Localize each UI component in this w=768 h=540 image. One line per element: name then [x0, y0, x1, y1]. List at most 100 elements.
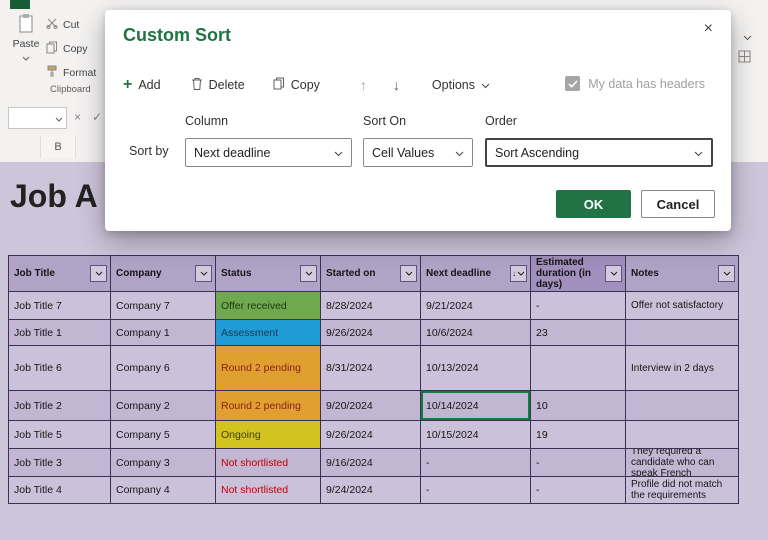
- table-cell[interactable]: Company 6: [111, 346, 216, 391]
- table-cell[interactable]: Ongoing: [216, 421, 321, 449]
- format-painter-button[interactable]: Format: [46, 65, 96, 80]
- options-menu-button[interactable]: Options: [432, 78, 490, 92]
- table-cell[interactable]: 9/20/2024: [321, 391, 421, 421]
- table-cell[interactable]: -: [421, 477, 531, 504]
- table-cell[interactable]: -: [531, 292, 626, 320]
- ok-button[interactable]: OK: [556, 190, 631, 218]
- table-cell[interactable]: 10: [531, 391, 626, 421]
- delete-label: Delete: [208, 78, 245, 92]
- table-cell[interactable]: 8/31/2024: [321, 346, 421, 391]
- table-cell[interactable]: 9/21/2024: [421, 292, 531, 320]
- copy-ribbon-button[interactable]: Copy: [46, 41, 88, 57]
- order-dropdown[interactable]: Sort Ascending: [485, 138, 713, 167]
- table-cell[interactable]: Job Title 4: [9, 477, 111, 504]
- table-cell[interactable]: 10/15/2024: [421, 421, 531, 449]
- table-cell[interactable]: Offer not satisfactory: [626, 292, 739, 320]
- scissors-icon: [46, 17, 58, 32]
- name-box[interactable]: [8, 107, 67, 129]
- table-cell[interactable]: 10/14/2024: [421, 391, 531, 421]
- close-icon[interactable]: ×: [698, 18, 719, 40]
- table-cell[interactable]: Company 7: [111, 292, 216, 320]
- table-cell[interactable]: Assessment: [216, 320, 321, 346]
- chevron-down-icon: [334, 146, 343, 160]
- table-cell[interactable]: They required a candidate who can speak …: [626, 449, 739, 477]
- add-level-button[interactable]: + Add: [123, 77, 161, 93]
- table-cell[interactable]: Job Title 3: [9, 449, 111, 477]
- table-cell[interactable]: 10/6/2024: [421, 320, 531, 346]
- sort-on-dropdown[interactable]: Cell Values: [363, 138, 473, 167]
- copy-label: Copy: [290, 78, 320, 92]
- table-cell[interactable]: Company 2: [111, 391, 216, 421]
- chevron-down-icon[interactable]: [743, 28, 752, 46]
- table-cell[interactable]: 8/28/2024: [321, 292, 421, 320]
- table-cell[interactable]: [626, 421, 739, 449]
- add-label: Add: [138, 78, 161, 92]
- copy-level-button[interactable]: Copy: [273, 77, 320, 93]
- table-cell[interactable]: Interview in 2 days: [626, 346, 739, 391]
- borders-icon[interactable]: [734, 46, 754, 66]
- table-cell[interactable]: Job Title 7: [9, 292, 111, 320]
- filter-dropdown-icon[interactable]: [90, 265, 107, 282]
- paste-button[interactable]: Paste: [8, 13, 44, 77]
- filter-dropdown-icon[interactable]: [300, 265, 317, 282]
- table-cell[interactable]: Company 5: [111, 421, 216, 449]
- table-cell[interactable]: Not shortlisted: [216, 449, 321, 477]
- table-cell[interactable]: 9/24/2024: [321, 477, 421, 504]
- format-painter-icon: [46, 65, 58, 80]
- table-cell[interactable]: Company 3: [111, 449, 216, 477]
- table-cell[interactable]: Job Title 2: [9, 391, 111, 421]
- column-dropdown[interactable]: Next deadline: [185, 138, 352, 167]
- table-cell[interactable]: Round 2 pending: [216, 391, 321, 421]
- delete-level-button[interactable]: Delete: [191, 77, 245, 93]
- enter-formula-icon[interactable]: ✓: [92, 108, 102, 126]
- cancel-formula-icon[interactable]: ×: [74, 108, 81, 126]
- table-cell[interactable]: Company 4: [111, 477, 216, 504]
- table-cell[interactable]: -: [421, 449, 531, 477]
- table-cell[interactable]: [531, 346, 626, 391]
- table-cell[interactable]: 19: [531, 421, 626, 449]
- table-cell[interactable]: -: [531, 477, 626, 504]
- column-header-label: Estimated duration (in days): [536, 257, 591, 290]
- column-dropdown-value: Next deadline: [194, 145, 271, 160]
- my-data-has-headers-checkbox[interactable]: My data has headers: [565, 76, 705, 91]
- filter-dropdown-icon[interactable]: [195, 265, 212, 282]
- table-row: Job Title 4 Company 4 Not shortlisted 9/24/…: [9, 477, 739, 504]
- column-header: Status: [216, 256, 321, 292]
- checkbox-checked-icon: [565, 76, 581, 91]
- table-cell[interactable]: Job Title 6: [9, 346, 111, 391]
- table-cell[interactable]: Job Title 1: [9, 320, 111, 346]
- table-cell[interactable]: 9/26/2024: [321, 421, 421, 449]
- table-cell[interactable]: Profile did not match the requirements: [626, 477, 739, 504]
- table-cell[interactable]: 9/16/2024: [321, 449, 421, 477]
- cut-button[interactable]: Cut: [46, 17, 79, 32]
- column-b-header[interactable]: B: [40, 136, 76, 158]
- filter-sorted-icon[interactable]: ↓: [510, 265, 527, 282]
- dialog-toolbar: + Add Delete Copy ↑ ↓ Options: [123, 72, 490, 98]
- move-up-button[interactable]: ↑: [360, 77, 367, 93]
- copy-icon: [46, 41, 58, 57]
- filter-dropdown-icon[interactable]: [718, 265, 735, 282]
- table-cell[interactable]: Job Title 5: [9, 421, 111, 449]
- table-cell[interactable]: -: [531, 449, 626, 477]
- filter-dropdown-icon[interactable]: [605, 265, 622, 282]
- move-down-button[interactable]: ↓: [393, 77, 400, 93]
- column-header: Started on: [321, 256, 421, 292]
- job-table: Job Title Company Status Started on Next dea…: [8, 255, 739, 504]
- table-cell[interactable]: Round 2 pending: [216, 346, 321, 391]
- table-cell[interactable]: [626, 320, 739, 346]
- cut-label: Cut: [63, 18, 80, 31]
- table-cell[interactable]: [626, 391, 739, 421]
- table-cell[interactable]: Company 1: [111, 320, 216, 346]
- table-cell[interactable]: 10/13/2024: [421, 346, 531, 391]
- cancel-button[interactable]: Cancel: [641, 190, 715, 218]
- column-header: Estimated duration (in days): [531, 256, 626, 292]
- filter-dropdown-icon[interactable]: [400, 265, 417, 282]
- table-cell[interactable]: 23: [531, 320, 626, 346]
- table-cell[interactable]: 9/26/2024: [321, 320, 421, 346]
- column-header: Next deadline ↓: [421, 256, 531, 292]
- table-cell[interactable]: Not shortlisted: [216, 477, 321, 504]
- column-header: Company: [111, 256, 216, 292]
- chevron-down-icon: [694, 146, 703, 160]
- table-cell[interactable]: Offer received: [216, 292, 321, 320]
- headers-checkbox-label: My data has headers: [588, 76, 705, 91]
